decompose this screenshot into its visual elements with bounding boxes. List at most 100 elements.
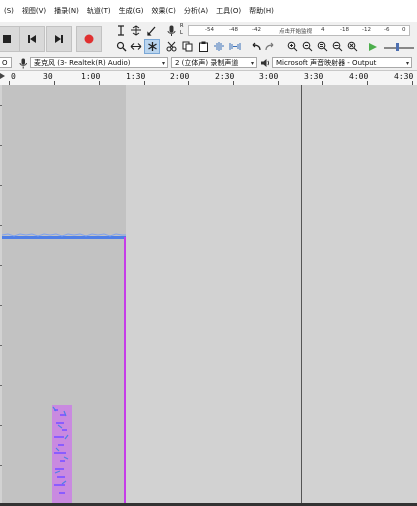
timeline-label: 3:00 [259,72,279,81]
menu-item-generate[interactable]: 生成(G) [115,6,148,16]
zoom-tool-button[interactable] [114,40,128,53]
play-icon [369,42,377,51]
fit-selection-button[interactable] [315,40,329,53]
timeline-label: 2:30 [215,72,235,81]
undo-icon [252,42,261,51]
trim-icon [214,42,224,51]
input-device-dropdown[interactable]: 麦克风 (3- Realtek(R) Audio) ▾ [30,57,168,68]
zoom-in-icon [287,41,297,52]
selection-tool-button[interactable] [114,24,128,37]
stop-icon [3,35,11,43]
meter-tick-label: -42 [252,27,261,33]
timeline-label: 0 [11,72,16,81]
skip-to-end-icon [55,35,63,43]
menu-bar: (S) 视图(V) 播录(N) 轨道(T) 生成(G) 效果(C) 分析(A) … [0,0,417,22]
meter-tick-label: 0 [402,27,406,33]
input-device-value: 麦克风 (3- Realtek(R) Audio) [34,59,131,67]
timeline-ruler[interactable]: 0 30 1:00 1:30 2:00 2:30 3:00 3:30 4:00 … [0,71,417,86]
speaker-icon [260,59,269,67]
audio-track[interactable] [0,85,302,503]
meter-tick-label: -48 [229,27,238,33]
meter-label-l: L [180,30,183,36]
channels-dropdown[interactable]: 2 (立体声) 录制声道 ▾ [171,57,257,68]
draw-tool-button[interactable] [144,24,158,37]
record-meter-button[interactable] [165,24,177,37]
magnifier-icon [116,41,126,52]
menu-item-tools[interactable]: 工具(O) [212,6,245,16]
mic-device-icon-wrap [18,57,28,69]
double-arrow-icon [130,43,142,50]
microphone-icon [167,25,175,36]
asterisk-icon [147,42,157,51]
time-shift-tool-button[interactable] [129,40,143,53]
chevron-down-icon: ▾ [161,60,165,67]
microphone-icon [19,58,27,68]
clipboard-icon [198,41,208,52]
envelope-tool-button[interactable] [129,24,143,37]
play-head-icon [0,73,5,79]
record-button[interactable] [76,26,102,52]
menu-item-transport[interactable]: 播录(N) [50,6,83,16]
audio-host-dropdown[interactable]: O [0,57,12,68]
menu-item-analyze[interactable]: 分析(A) [180,6,212,16]
silence-icon [229,43,241,50]
timeline-label: 4:00 [349,72,369,81]
copy-icon [182,41,192,52]
skip-to-start-icon [28,35,36,43]
chevron-down-icon: ▾ [250,60,254,67]
play-at-speed-button[interactable] [366,40,380,53]
zoom-toggle-button[interactable] [345,40,359,53]
speaker-icon-wrap [259,57,270,69]
slider-thumb[interactable] [396,43,399,51]
timeline-label: 2:00 [170,72,190,81]
skip-to-end-button[interactable] [46,26,72,52]
output-device-value: Microsoft 声音映射器 - Output [276,59,377,67]
meter-label-r: R [180,23,184,29]
channels-value: 2 (立体声) 录制声道 [175,59,239,67]
waveform-trace [1,233,126,237]
cut-button[interactable] [164,40,178,53]
clip-waveform [1,233,127,503]
playback-speed-slider[interactable] [382,42,417,52]
redo-icon [265,42,274,51]
timeline-label: 1:30 [126,72,146,81]
menu-item-help[interactable]: 帮助(H) [245,6,278,16]
waveform-band [2,236,126,239]
menu-item-view[interactable]: 视图(V) [18,6,50,16]
scissors-icon [166,41,176,52]
timeline-label: 4:30 [394,72,414,81]
trim-audio-button[interactable] [212,40,226,53]
meter-hint: 点击开始监视 [279,29,313,35]
zoom-toggle-icon [347,41,357,52]
meter-tick-label: 4 [321,27,325,33]
output-device-dropdown[interactable]: Microsoft 声音映射器 - Output ▾ [272,57,412,68]
menu-item-tracks[interactable]: 轨道(T) [83,6,115,16]
timeline-label: 3:30 [304,72,324,81]
multi-tool-button[interactable] [144,39,160,54]
timeline-label: 1:00 [81,72,101,81]
record-icon [84,34,94,44]
copy-button[interactable] [180,40,194,53]
skip-to-start-button[interactable] [19,26,45,52]
i-beam-icon [118,25,124,36]
audio-clip[interactable] [1,85,127,503]
audio-host-value: O [2,59,8,67]
menu-item-effect[interactable]: 效果(C) [148,6,180,16]
envelope-icon [131,25,141,36]
undo-button[interactable] [249,40,263,53]
fit-project-button[interactable] [330,40,344,53]
chevron-down-icon: ▾ [405,60,409,67]
spectrum-edge [124,237,127,503]
recording-meter[interactable]: -54 -48 -42 点击开始监视 4 -18 -12 -6 0 [188,25,410,36]
silence-audio-button[interactable] [228,40,242,53]
slider-track [384,47,414,49]
zoom-out-icon [302,41,312,52]
paste-button[interactable] [196,40,210,53]
track-area[interactable] [0,85,417,506]
zoom-in-button[interactable] [285,40,299,53]
menu-item-transport-partial[interactable]: (S) [0,7,18,15]
meter-tick-label: -6 [384,27,390,33]
redo-button[interactable] [263,40,277,53]
zoom-out-button[interactable] [300,40,314,53]
stop-button[interactable] [0,26,20,52]
